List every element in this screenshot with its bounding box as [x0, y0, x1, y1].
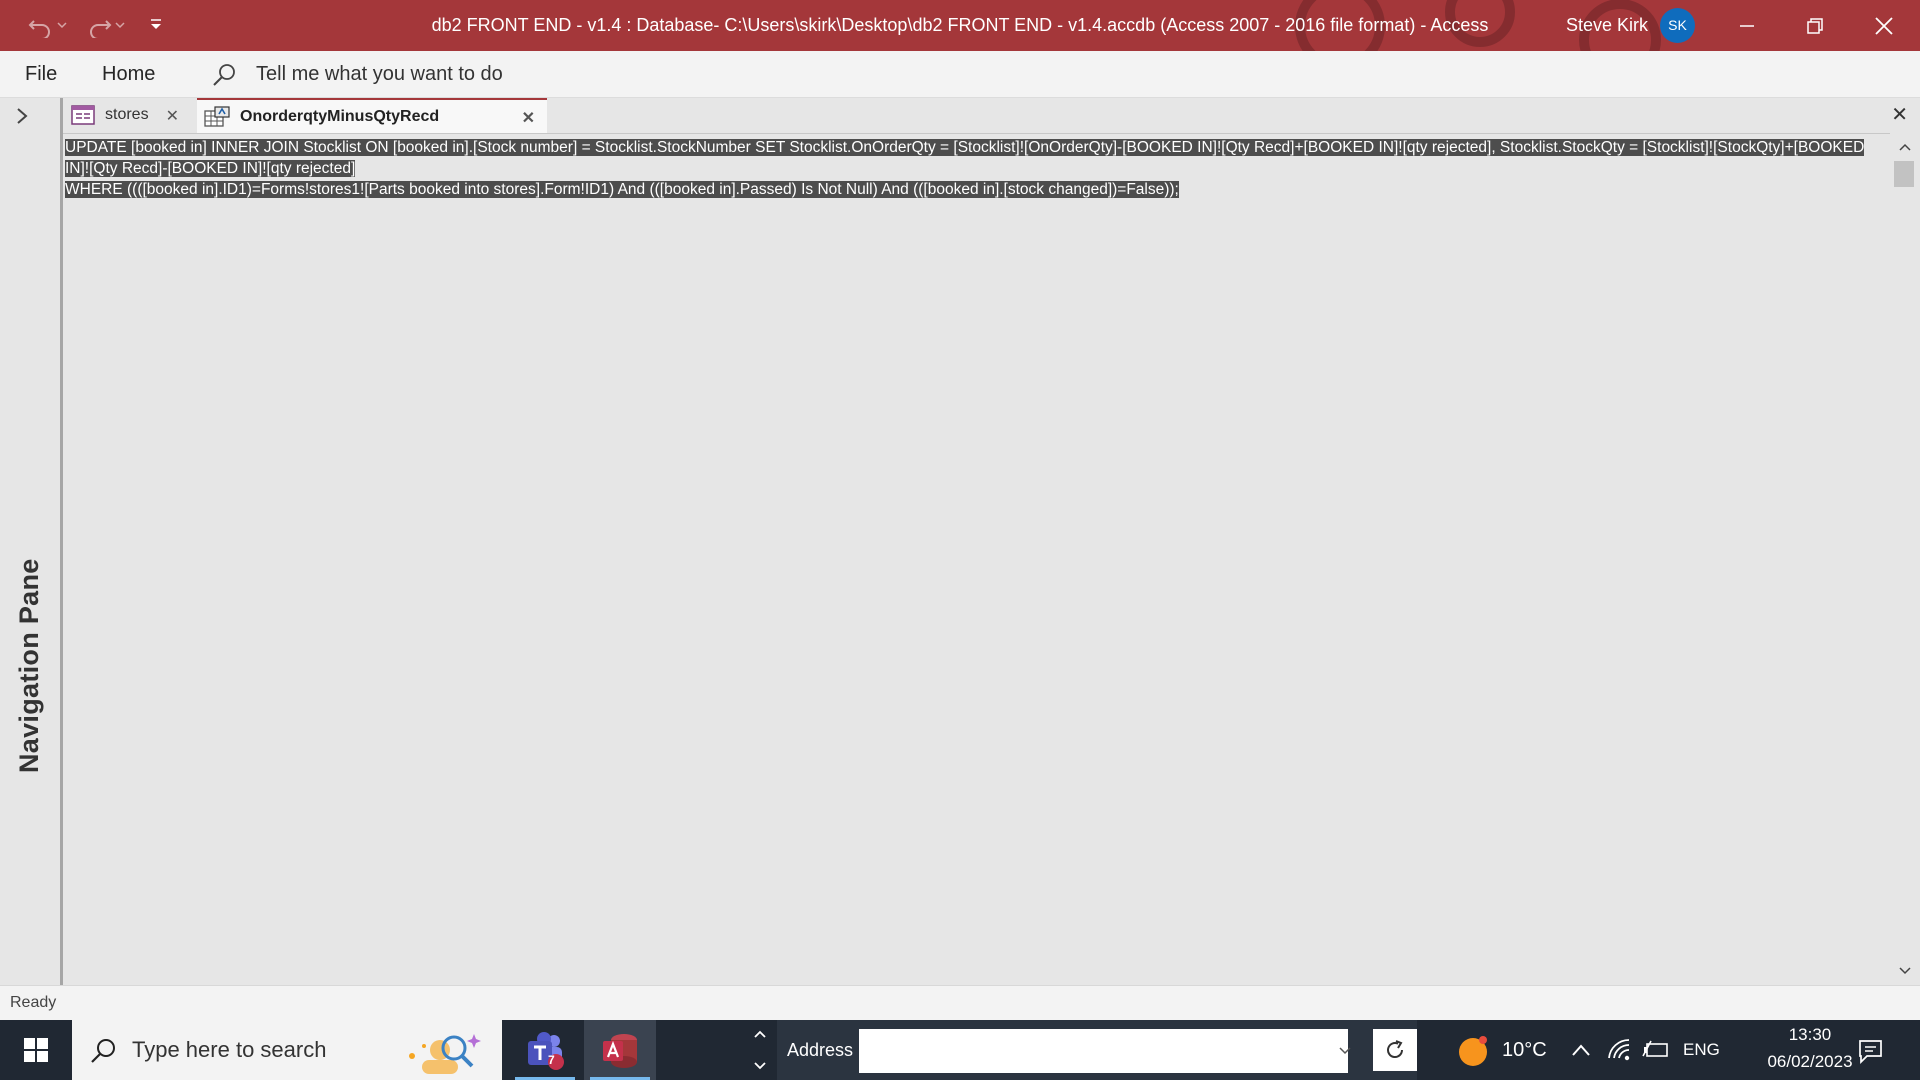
minimize-icon — [1740, 24, 1754, 27]
scrollbar-thumb[interactable] — [1894, 161, 1914, 187]
sql-editor[interactable]: UPDATE [booked in] INNER JOIN Stocklist … — [63, 133, 1890, 986]
undo-icon — [28, 20, 67, 38]
search-placeholder: Type here to search — [132, 1037, 327, 1062]
form-icon — [71, 105, 95, 125]
refresh-icon — [1387, 1040, 1404, 1059]
customize-dropdown-icon — [151, 19, 161, 29]
chevron-down-icon[interactable] — [1338, 1046, 1352, 1056]
close-tab-stores-icon[interactable]: ✕ — [166, 106, 179, 126]
update-query-icon — [204, 105, 230, 127]
taskbar-search[interactable]: Type here to search — [72, 1020, 502, 1080]
weather-temperature[interactable]: 10°C — [1502, 1020, 1547, 1080]
chevron-up-icon[interactable] — [1570, 1042, 1592, 1058]
title-bar: db2 FRONT END - v1.4 : Database- C:\User… — [0, 0, 1920, 51]
clock-time[interactable]: 13:30 — [1760, 1025, 1860, 1045]
battery-icon[interactable] — [1642, 1040, 1670, 1060]
vertical-scrollbar[interactable] — [1890, 133, 1920, 985]
notifications-icon[interactable] — [1857, 1037, 1885, 1065]
redo-icon — [90, 20, 125, 38]
document-tabs: stores ✕ OnorderqtyMinusQtyRecd ✕ ✕ — [63, 98, 1920, 133]
toolbar-scroll-icon[interactable] — [752, 1028, 768, 1072]
ribbon-tabs: File Home Tell me what you want to do — [0, 51, 1920, 98]
restore-button[interactable] — [1786, 0, 1844, 51]
language-indicator[interactable]: ENG — [1683, 1020, 1720, 1080]
windows-logo-icon — [24, 1038, 48, 1062]
tell-me-box[interactable]: Tell me what you want to do — [256, 51, 503, 97]
access-app[interactable] — [584, 1020, 656, 1080]
restore-icon — [1807, 17, 1823, 34]
window-title: db2 FRONT END - v1.4 : Database- C:\User… — [431, 15, 1489, 35]
teams-icon — [528, 1032, 564, 1070]
redo-button[interactable] — [86, 12, 126, 38]
customize-quick-access-button[interactable] — [148, 12, 164, 38]
scroll-down-icon[interactable] — [1899, 967, 1911, 975]
status-bar: Ready — [0, 985, 1920, 1021]
chevron-right-icon[interactable] — [14, 106, 30, 126]
start-button[interactable] — [0, 1020, 72, 1080]
address-go-button[interactable] — [1373, 1029, 1417, 1071]
taskbar: Type here to search 7 Address 10°C ENG 1… — [0, 1020, 1920, 1080]
teams-app[interactable]: 7 — [509, 1020, 581, 1080]
weather-icon[interactable] — [1456, 1033, 1490, 1067]
navigation-pane-label[interactable]: Navigation Pane — [14, 558, 45, 773]
sql-line-2[interactable]: WHERE ((([booked in].ID1)=Forms!stores1!… — [65, 181, 1179, 198]
tab-home[interactable]: Home — [102, 51, 155, 97]
tab-onorderqty-minus-qtyrecd[interactable]: OnorderqtyMinusQtyRecd ✕ — [197, 98, 547, 133]
status-text: Ready — [10, 994, 57, 1011]
close-window-button[interactable] — [1855, 0, 1913, 51]
avatar[interactable]: SK — [1660, 8, 1695, 43]
minimize-button[interactable] — [1718, 0, 1776, 51]
user-name[interactable]: Steve Kirk — [1566, 0, 1648, 51]
access-icon — [603, 1034, 637, 1068]
search-highlight-icon — [409, 1034, 481, 1074]
sql-text[interactable]: UPDATE [booked in] INNER JOIN Stocklist … — [65, 137, 1887, 200]
close-icon — [1875, 16, 1893, 35]
close-document-icon[interactable]: ✕ — [1891, 102, 1908, 127]
search-icon — [213, 64, 235, 86]
teams-badge: 7 — [548, 1053, 555, 1067]
scroll-up-icon[interactable] — [1899, 143, 1911, 151]
close-tab-query-icon[interactable]: ✕ — [522, 108, 535, 128]
tab-file[interactable]: File — [25, 51, 57, 97]
search-icon — [91, 1039, 115, 1063]
network-icon[interactable] — [1607, 1038, 1633, 1062]
address-label: Address — [787, 1040, 854, 1060]
tab-query-label: OnorderqtyMinusQtyRecd — [240, 107, 440, 125]
undo-button[interactable] — [28, 12, 68, 38]
navigation-pane[interactable]: Navigation Pane — [0, 98, 63, 985]
tab-stores-label: stores — [105, 106, 149, 123]
tab-stores[interactable]: stores ✕ — [63, 98, 191, 132]
sql-line-1[interactable]: UPDATE [booked in] INNER JOIN Stocklist … — [65, 139, 1865, 177]
address-input[interactable] — [859, 1029, 1348, 1073]
